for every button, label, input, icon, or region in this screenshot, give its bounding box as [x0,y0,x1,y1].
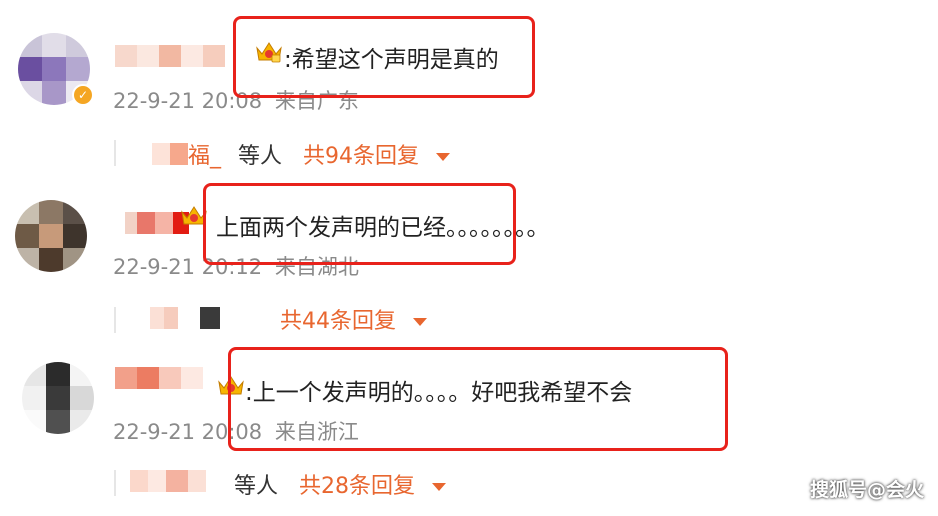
watermark: 搜狐号@会火 [809,479,924,501]
reply-summary[interactable]: 福_ 等人 共94条回复 [188,138,451,170]
reply-count-link[interactable]: 共94条回复 [303,144,419,169]
reply-divider [114,470,116,496]
replier-name-redacted [130,470,206,492]
avatar[interactable] [22,362,94,434]
chevron-down-icon [436,153,451,161]
reply-count-link[interactable]: 共28条回复 [299,474,415,499]
reply-count-link[interactable]: 共44条回复 [280,309,396,334]
verified-badge-icon: ✓ [72,84,94,106]
reply-prefix: 福_ [188,144,222,169]
reply-divider [114,140,116,166]
reply-summary[interactable]: 共44条回复 [266,303,427,335]
highlight-box [228,347,728,451]
reply-label: 等人 [238,144,283,169]
highlight-box [233,16,535,98]
reply-divider [114,307,116,333]
replier-name-redacted [152,143,188,165]
avatar[interactable] [15,200,87,272]
highlight-box [203,183,516,265]
replier-name-redacted [150,307,220,329]
reply-summary[interactable]: 等人 共28条回复 [234,468,447,500]
username-redacted[interactable] [115,367,203,389]
chevron-down-icon [413,318,427,326]
username-redacted[interactable] [115,45,225,67]
reply-label: 等人 [234,474,279,499]
chevron-down-icon [432,483,447,491]
